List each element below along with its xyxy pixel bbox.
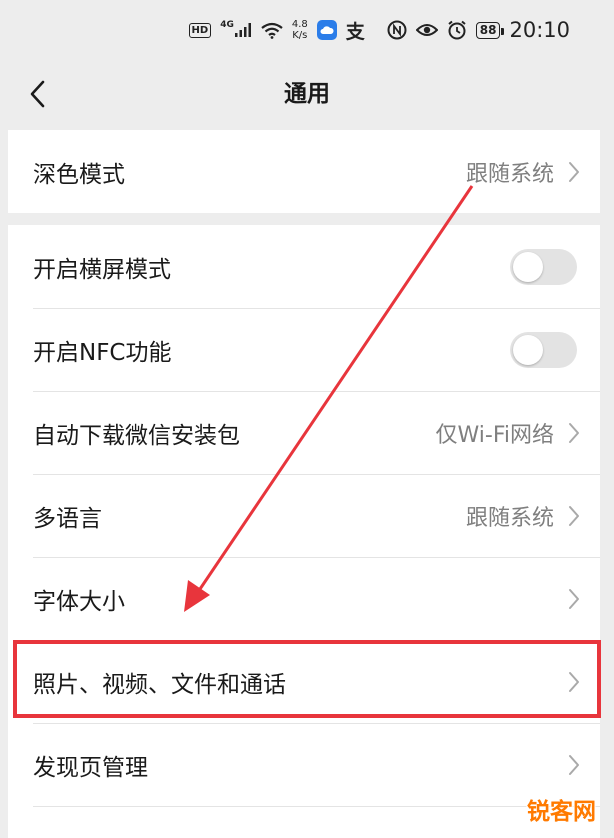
nav-bar: 通用: [0, 60, 614, 128]
discover-manage-row[interactable]: 发现页管理: [8, 723, 600, 806]
alarm-icon: [447, 20, 467, 40]
landscape-mode-toggle[interactable]: [510, 248, 577, 285]
wifi-icon: [261, 22, 283, 39]
media-files-calls-row[interactable]: 照片、视频、文件和通话: [8, 640, 600, 723]
speed-value: 4.8: [291, 19, 308, 30]
clock-time: 20:10: [509, 18, 570, 42]
row-value: 跟随系统: [465, 505, 554, 531]
auto-download-row[interactable]: 自动下载微信安装包 仅Wi-Fi网络: [8, 391, 600, 474]
chevron-right-icon: [569, 588, 579, 609]
eye-icon: [415, 23, 438, 37]
dark-mode-row[interactable]: 深色模式 跟随系统: [8, 130, 600, 213]
chevron-right-icon: [569, 422, 579, 443]
network-speed: 4.8 K/s: [292, 19, 308, 41]
network-type-label: 4G: [220, 20, 234, 30]
language-row[interactable]: 多语言 跟随系统: [8, 474, 600, 557]
speed-unit: K/s: [292, 30, 308, 41]
cloud-app-icon: [316, 20, 337, 40]
settings-group-general: 开启横屏模式 开启NFC功能 自动下载微信安装包 仅Wi-Fi网络 多语言 跟随…: [8, 225, 600, 838]
nfc-toggle[interactable]: [510, 331, 577, 368]
row-label: 照片、视频、文件和通话: [33, 671, 286, 698]
row-label: 自动下载微信安装包: [33, 422, 240, 449]
row-label: 发现页管理: [33, 754, 148, 781]
chevron-right-icon: [569, 505, 579, 526]
hd-indicator: HD: [188, 22, 212, 38]
chevron-right-icon: [569, 161, 579, 182]
page-title: 通用: [284, 81, 330, 107]
row-value: 仅Wi-Fi网络: [435, 422, 555, 448]
nfc-row: 开启NFC功能: [8, 308, 600, 391]
row-label: 开启横屏模式: [33, 256, 171, 283]
row-label: 开启NFC功能: [33, 339, 172, 366]
row-value: 跟随系统: [465, 161, 554, 187]
status-bar: HD 4G 4.8 K/s 支 88 20:10: [0, 0, 614, 60]
row-label: 深色模式: [33, 161, 125, 188]
toggle-knob: [513, 251, 543, 282]
cellular-signal-icon: 4G: [220, 20, 252, 38]
landscape-mode-row: 开启横屏模式: [8, 225, 600, 308]
battery-icon: 88: [475, 21, 505, 39]
settings-group-display: 深色模式 跟随系统: [8, 130, 600, 213]
cut-off-row: [8, 806, 600, 838]
chevron-right-icon: [569, 754, 579, 775]
watermark: 锐客网: [527, 799, 596, 825]
row-label: 多语言: [33, 505, 102, 532]
toggle-knob: [513, 334, 543, 365]
chevron-right-icon: [569, 671, 579, 692]
nfc-icon: [387, 20, 407, 40]
row-label: 字体大小: [33, 588, 125, 615]
font-size-row[interactable]: 字体大小: [8, 557, 600, 640]
alipay-icon: 支: [345, 20, 365, 43]
